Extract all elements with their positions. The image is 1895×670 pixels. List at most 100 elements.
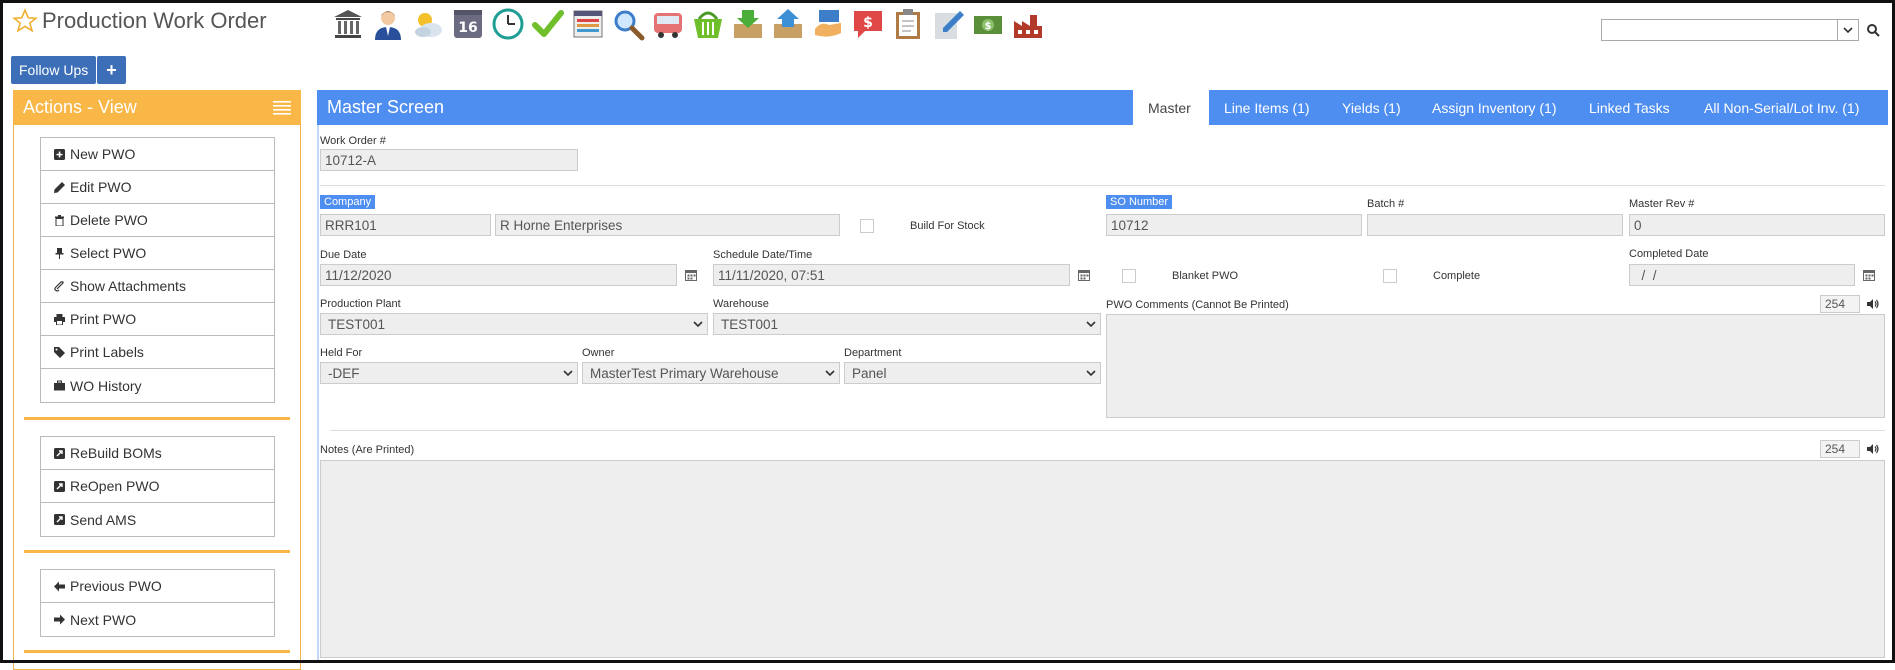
warehouse-label: Warehouse (713, 298, 769, 310)
complete-label: Complete (1433, 270, 1481, 282)
pwo-comments-label: PWO Comments (Cannot Be Printed) (1106, 299, 1289, 311)
tag-icon (53, 346, 65, 358)
send-ams-button[interactable]: Send AMS (41, 503, 274, 536)
so-number-label: SO Number (1106, 195, 1173, 209)
chevron-down-icon (563, 370, 573, 377)
print-pwo-button[interactable]: Print PWO (41, 303, 274, 336)
company-label: Company (320, 195, 376, 209)
batch-field[interactable] (1367, 214, 1623, 236)
speaker-icon[interactable] (1864, 295, 1882, 313)
tab-yields[interactable]: Yields (1) (1327, 90, 1416, 125)
due-date-field[interactable]: 11/12/2020 (320, 264, 677, 286)
chevron-down-icon (1843, 27, 1853, 34)
calendar-icon[interactable] (680, 264, 702, 286)
external-link-icon (53, 480, 65, 492)
work-order-field[interactable]: 10712-A (320, 149, 578, 171)
pwo-comments-textarea[interactable] (1106, 314, 1885, 418)
toolbar: 16 $ $ (330, 6, 1046, 42)
company-code-field[interactable]: RRR101 (320, 214, 491, 236)
arrow-right-icon (53, 614, 65, 626)
svg-text:$: $ (985, 21, 992, 32)
bus-icon[interactable] (650, 6, 686, 42)
inbox-download-icon[interactable] (730, 6, 766, 42)
actions-group-navigation: Previous PWO Next PWO (40, 569, 275, 637)
plus-square-icon (53, 148, 65, 160)
weather-icon[interactable] (410, 6, 446, 42)
edit-pwo-button[interactable]: Edit PWO (41, 171, 274, 204)
previous-pwo-button[interactable]: Previous PWO (41, 570, 274, 603)
basket-icon[interactable] (690, 6, 726, 42)
rebuild-boms-button[interactable]: ReBuild BOMs (41, 437, 274, 470)
notes-label: Notes (Are Printed) (320, 444, 415, 456)
hand-card-icon[interactable] (810, 6, 846, 42)
notes-textarea[interactable] (320, 460, 1885, 658)
so-number-field[interactable]: 10712 (1106, 214, 1362, 236)
divider (330, 430, 1885, 431)
speaker-icon[interactable] (1864, 440, 1882, 458)
select-pwo-button[interactable]: Select PWO (41, 237, 274, 270)
batch-label: Batch # (1367, 198, 1405, 210)
build-for-stock-checkbox[interactable] (860, 219, 874, 233)
owner-select[interactable]: MasterTest Primary Warehouse (582, 362, 840, 384)
pin-icon (53, 247, 65, 259)
tab-assign-inventory[interactable]: Assign Inventory (1) (1417, 90, 1572, 125)
wo-history-button[interactable]: WO History (41, 369, 274, 402)
delete-pwo-button[interactable]: Delete PWO (41, 204, 274, 237)
tab-master[interactable]: Master (1133, 90, 1209, 125)
complete-checkbox[interactable] (1383, 269, 1397, 283)
warehouse-select[interactable]: TEST001 (713, 313, 1101, 335)
held-for-select[interactable]: -DEF (320, 362, 578, 384)
company-name-field[interactable]: R Horne Enterprises (495, 214, 840, 236)
completed-date-field[interactable]: / / (1629, 264, 1855, 286)
schedule-field[interactable]: 11/11/2020, 07:51 (713, 264, 1070, 286)
follow-ups-button[interactable]: Follow Ups (11, 56, 97, 84)
global-search-input[interactable] (1601, 19, 1839, 41)
reopen-pwo-button[interactable]: ReOpen PWO (41, 470, 274, 503)
calendar-16-icon[interactable]: 16 (450, 6, 486, 42)
list-window-icon[interactable] (570, 6, 606, 42)
add-button[interactable]: + (97, 56, 126, 84)
dollar-chat-icon[interactable]: $ (850, 6, 886, 42)
clipboard-icon[interactable] (890, 6, 926, 42)
chevron-down-icon (1086, 321, 1096, 328)
external-link-icon (53, 447, 65, 459)
search-dropdown-button[interactable] (1837, 19, 1859, 41)
print-labels-button[interactable]: Print Labels (41, 336, 274, 369)
factory-icon[interactable] (1010, 6, 1046, 42)
production-plant-select[interactable]: TEST001 (320, 313, 708, 335)
magnifier-icon[interactable] (610, 6, 646, 42)
master-left-border (317, 125, 319, 663)
star-icon[interactable] (12, 8, 38, 34)
checkmark-icon[interactable] (530, 6, 566, 42)
pencil-paper-icon[interactable] (930, 6, 966, 42)
master-rev-field[interactable]: 0 (1629, 214, 1885, 236)
department-label: Department (844, 347, 902, 359)
calendar-icon[interactable] (1858, 264, 1880, 286)
build-for-stock-label: Build For Stock (910, 220, 985, 232)
person-icon[interactable] (370, 6, 406, 42)
show-attachments-button[interactable]: Show Attachments (41, 270, 274, 303)
hamburger-menu-icon[interactable] (273, 101, 291, 115)
printer-icon (53, 313, 65, 325)
money-icon[interactable]: $ (970, 6, 1006, 42)
search-button[interactable] (1860, 19, 1886, 41)
new-pwo-button[interactable]: New PWO (41, 138, 274, 171)
next-pwo-button[interactable]: Next PWO (41, 603, 274, 636)
divider (320, 185, 1885, 186)
due-date-label: Due Date (320, 249, 367, 261)
tab-line-items[interactable]: Line Items (1) (1209, 90, 1325, 125)
box-upload-icon[interactable] (770, 6, 806, 42)
master-rev-label: Master Rev # (1629, 198, 1695, 210)
calendar-icon[interactable] (1073, 264, 1095, 286)
department-select[interactable]: Panel (844, 362, 1101, 384)
actions-header: Actions - View (13, 90, 301, 125)
tab-non-serial-lot-inventory[interactable]: All Non-Serial/Lot Inv. (1) (1689, 90, 1874, 125)
schedule-label: Schedule Date/Time (713, 249, 813, 261)
blanket-pwo-label: Blanket PWO (1172, 270, 1239, 282)
bank-icon[interactable] (330, 6, 366, 42)
trash-icon (53, 214, 65, 226)
blanket-pwo-checkbox[interactable] (1122, 269, 1136, 283)
tab-linked-tasks[interactable]: Linked Tasks (1574, 90, 1685, 125)
chevron-down-icon (693, 321, 703, 328)
clock-icon[interactable] (490, 6, 526, 42)
